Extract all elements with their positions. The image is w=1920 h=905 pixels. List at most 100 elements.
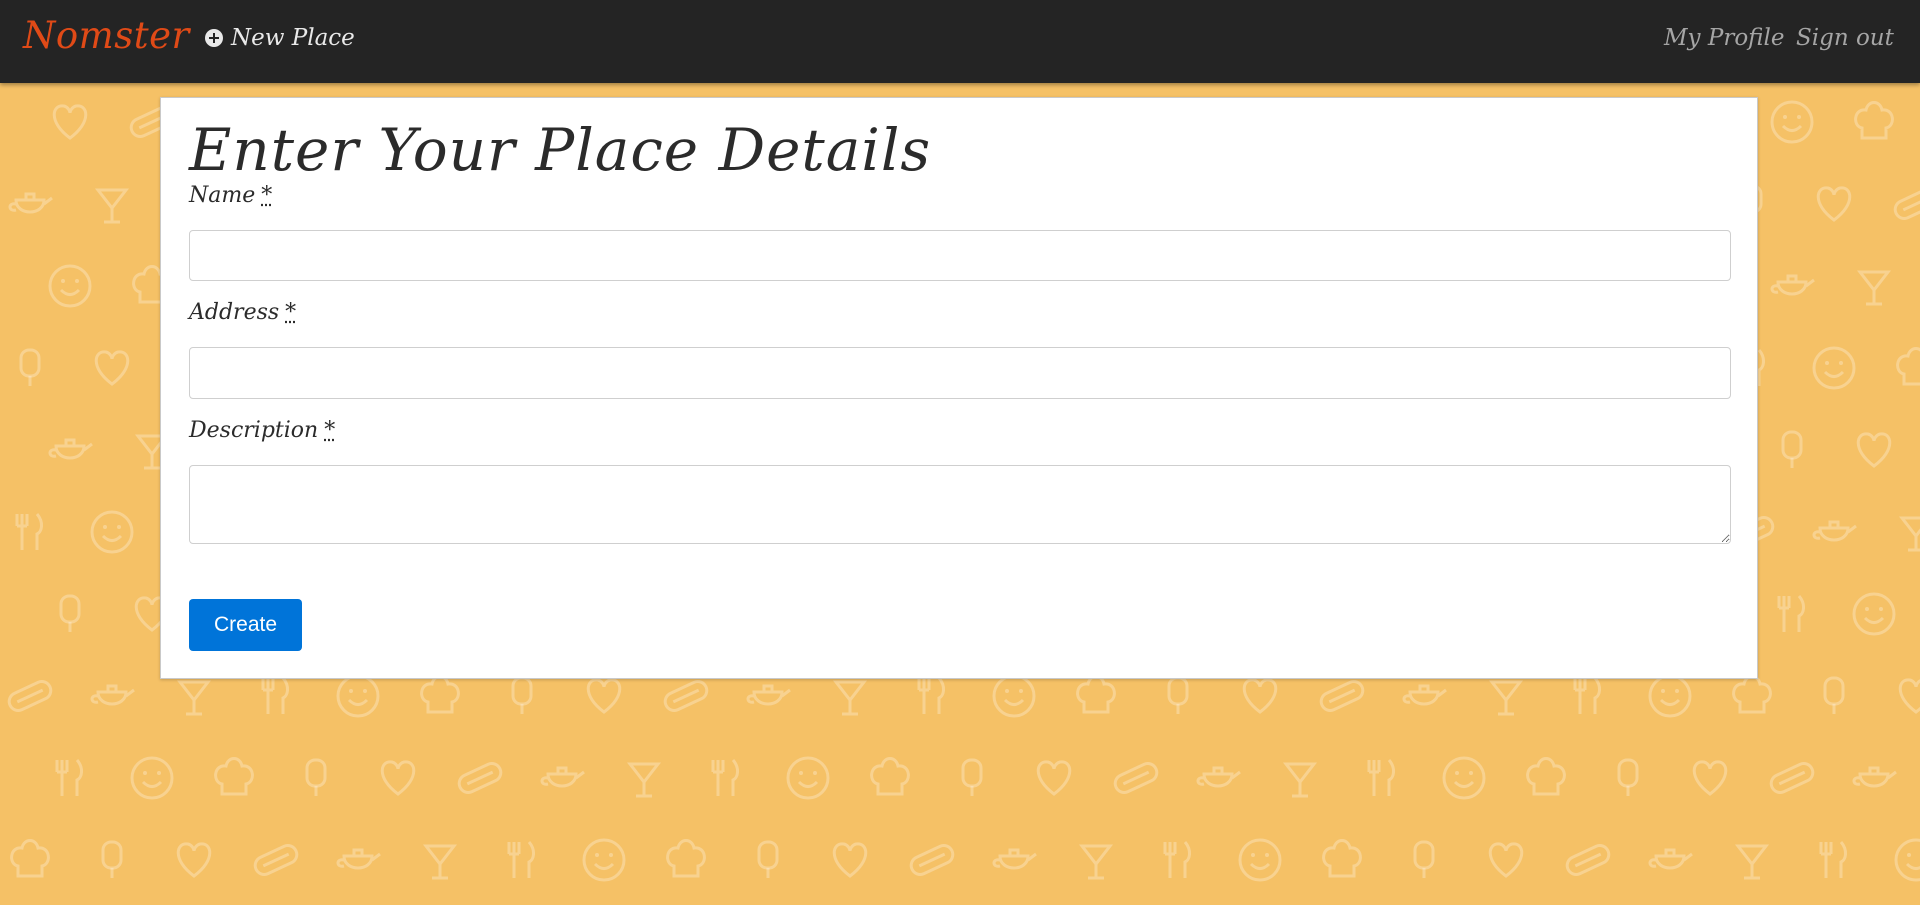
address-label: Address *: [189, 300, 296, 325]
description-label-text: Description: [189, 418, 319, 443]
background-doodle-icon: [1648, 848, 1693, 870]
name-input[interactable]: [189, 230, 1731, 281]
background-doodle-icon: [992, 674, 1036, 718]
background-doodle-icon: [961, 758, 983, 796]
background-doodle-icon: [1823, 676, 1845, 714]
background-doodle-icon: [420, 675, 460, 714]
background-doodle-icon: [1781, 430, 1803, 468]
background-doodle-icon: [1282, 762, 1318, 798]
new-place-label: New Place: [231, 25, 355, 51]
background-doodle-icon: [94, 350, 130, 386]
background-doodle-icon: [1769, 762, 1815, 794]
background-doodle-icon: [1573, 677, 1601, 714]
background-doodle-icon: [90, 510, 134, 554]
background-doodle-icon: [1770, 100, 1814, 144]
background-doodle-icon: [1896, 347, 1920, 386]
background-doodle-icon: [586, 678, 622, 714]
background-doodle-icon: [1648, 674, 1692, 718]
background-doodle-icon: [214, 757, 254, 796]
required-marker: *: [324, 418, 336, 443]
background-doodle-icon: [1852, 592, 1896, 636]
background-doodle-icon: [663, 680, 709, 712]
create-button[interactable]: Create: [189, 599, 302, 651]
background-doodle-icon: [176, 680, 212, 716]
background-doodle-icon: [1819, 841, 1847, 878]
background-doodle-icon: [8, 192, 53, 214]
background-doodle-icon: [1078, 844, 1114, 880]
background-doodle-icon: [1854, 101, 1894, 140]
background-doodle-icon: [909, 844, 955, 876]
background-doodle-icon: [870, 757, 910, 796]
background-doodle-icon: [1488, 842, 1524, 878]
my-profile-link[interactable]: My Profile: [1664, 25, 1784, 51]
background-doodle-icon: [1898, 516, 1920, 552]
background-doodle-icon: [15, 513, 43, 550]
background-doodle-icon: [1894, 838, 1920, 882]
background-doodle-icon: [1816, 186, 1852, 222]
background-doodle-icon: [7, 680, 53, 712]
background-doodle-icon: [1856, 432, 1892, 468]
background-doodle-icon: [1770, 274, 1815, 296]
background-doodle-icon: [130, 756, 174, 800]
background-doodle-icon: [1367, 759, 1395, 796]
background-doodle-icon: [507, 841, 535, 878]
name-label-text: Name: [189, 183, 256, 208]
background-doodle-icon: [336, 848, 381, 870]
background-doodle-icon: [1402, 684, 1447, 706]
background-doodle-icon: [1242, 678, 1278, 714]
background-doodle-icon: [1238, 838, 1282, 882]
background-doodle-icon: [48, 264, 92, 308]
background-doodle-icon: [746, 684, 791, 706]
background-doodle-icon: [1488, 680, 1524, 716]
background-doodle-icon: [1167, 676, 1189, 714]
background-doodle-icon: [1319, 680, 1365, 712]
background-doodle-icon: [832, 680, 868, 716]
background-doodle-icon: [94, 188, 130, 224]
background-doodle-icon: [626, 762, 662, 798]
background-doodle-icon: [10, 839, 50, 878]
background-doodle-icon: [1076, 675, 1116, 714]
background-doodle-icon: [711, 759, 739, 796]
background-doodle-icon: [1734, 844, 1770, 880]
background-doodle-icon: [666, 839, 706, 878]
background-doodle-icon: [917, 677, 945, 714]
background-doodle-icon: [55, 759, 83, 796]
background-doodle-icon: [1036, 760, 1072, 796]
background-doodle-icon: [1732, 675, 1772, 714]
background-doodle-icon: [1442, 756, 1486, 800]
background-doodle-icon: [582, 838, 626, 882]
background-doodle-icon: [48, 438, 93, 460]
background-doodle-icon: [253, 844, 299, 876]
background-doodle-icon: [992, 848, 1037, 870]
brand-logo-link[interactable]: Nomster: [23, 14, 190, 57]
background-doodle-icon: [1812, 346, 1856, 390]
background-doodle-icon: [832, 842, 868, 878]
page-title: Enter Your Place Details: [189, 116, 932, 184]
background-doodle-icon: [1812, 520, 1857, 542]
description-label: Description *: [189, 418, 335, 443]
new-place-link[interactable]: New Place: [205, 25, 355, 51]
background-doodle-icon: [261, 677, 289, 714]
top-navbar: Nomster New Place My Profile Sign out: [0, 0, 1920, 83]
address-label-text: Address: [189, 300, 280, 325]
background-doodle-icon: [1692, 760, 1728, 796]
required-marker: *: [261, 183, 273, 208]
background-doodle-icon: [1413, 840, 1435, 878]
background-doodle-icon: [540, 766, 585, 788]
background-doodle-icon: [19, 348, 41, 386]
background-doodle-icon: [305, 758, 327, 796]
background-doodle-icon: [511, 676, 533, 714]
address-input[interactable]: [189, 347, 1731, 399]
background-doodle-icon: [1565, 844, 1611, 876]
background-doodle-icon: [90, 684, 135, 706]
background-doodle-icon: [422, 844, 458, 880]
required-marker: *: [285, 300, 297, 325]
background-doodle-icon: [1196, 766, 1241, 788]
background-doodle-icon: [1322, 839, 1362, 878]
background-doodle-icon: [101, 840, 123, 878]
plus-circle-icon: [205, 29, 223, 47]
background-doodle-icon: [380, 760, 416, 796]
background-doodle-icon: [757, 840, 779, 878]
sign-out-link[interactable]: Sign out: [1796, 25, 1894, 51]
description-textarea[interactable]: [189, 465, 1731, 544]
